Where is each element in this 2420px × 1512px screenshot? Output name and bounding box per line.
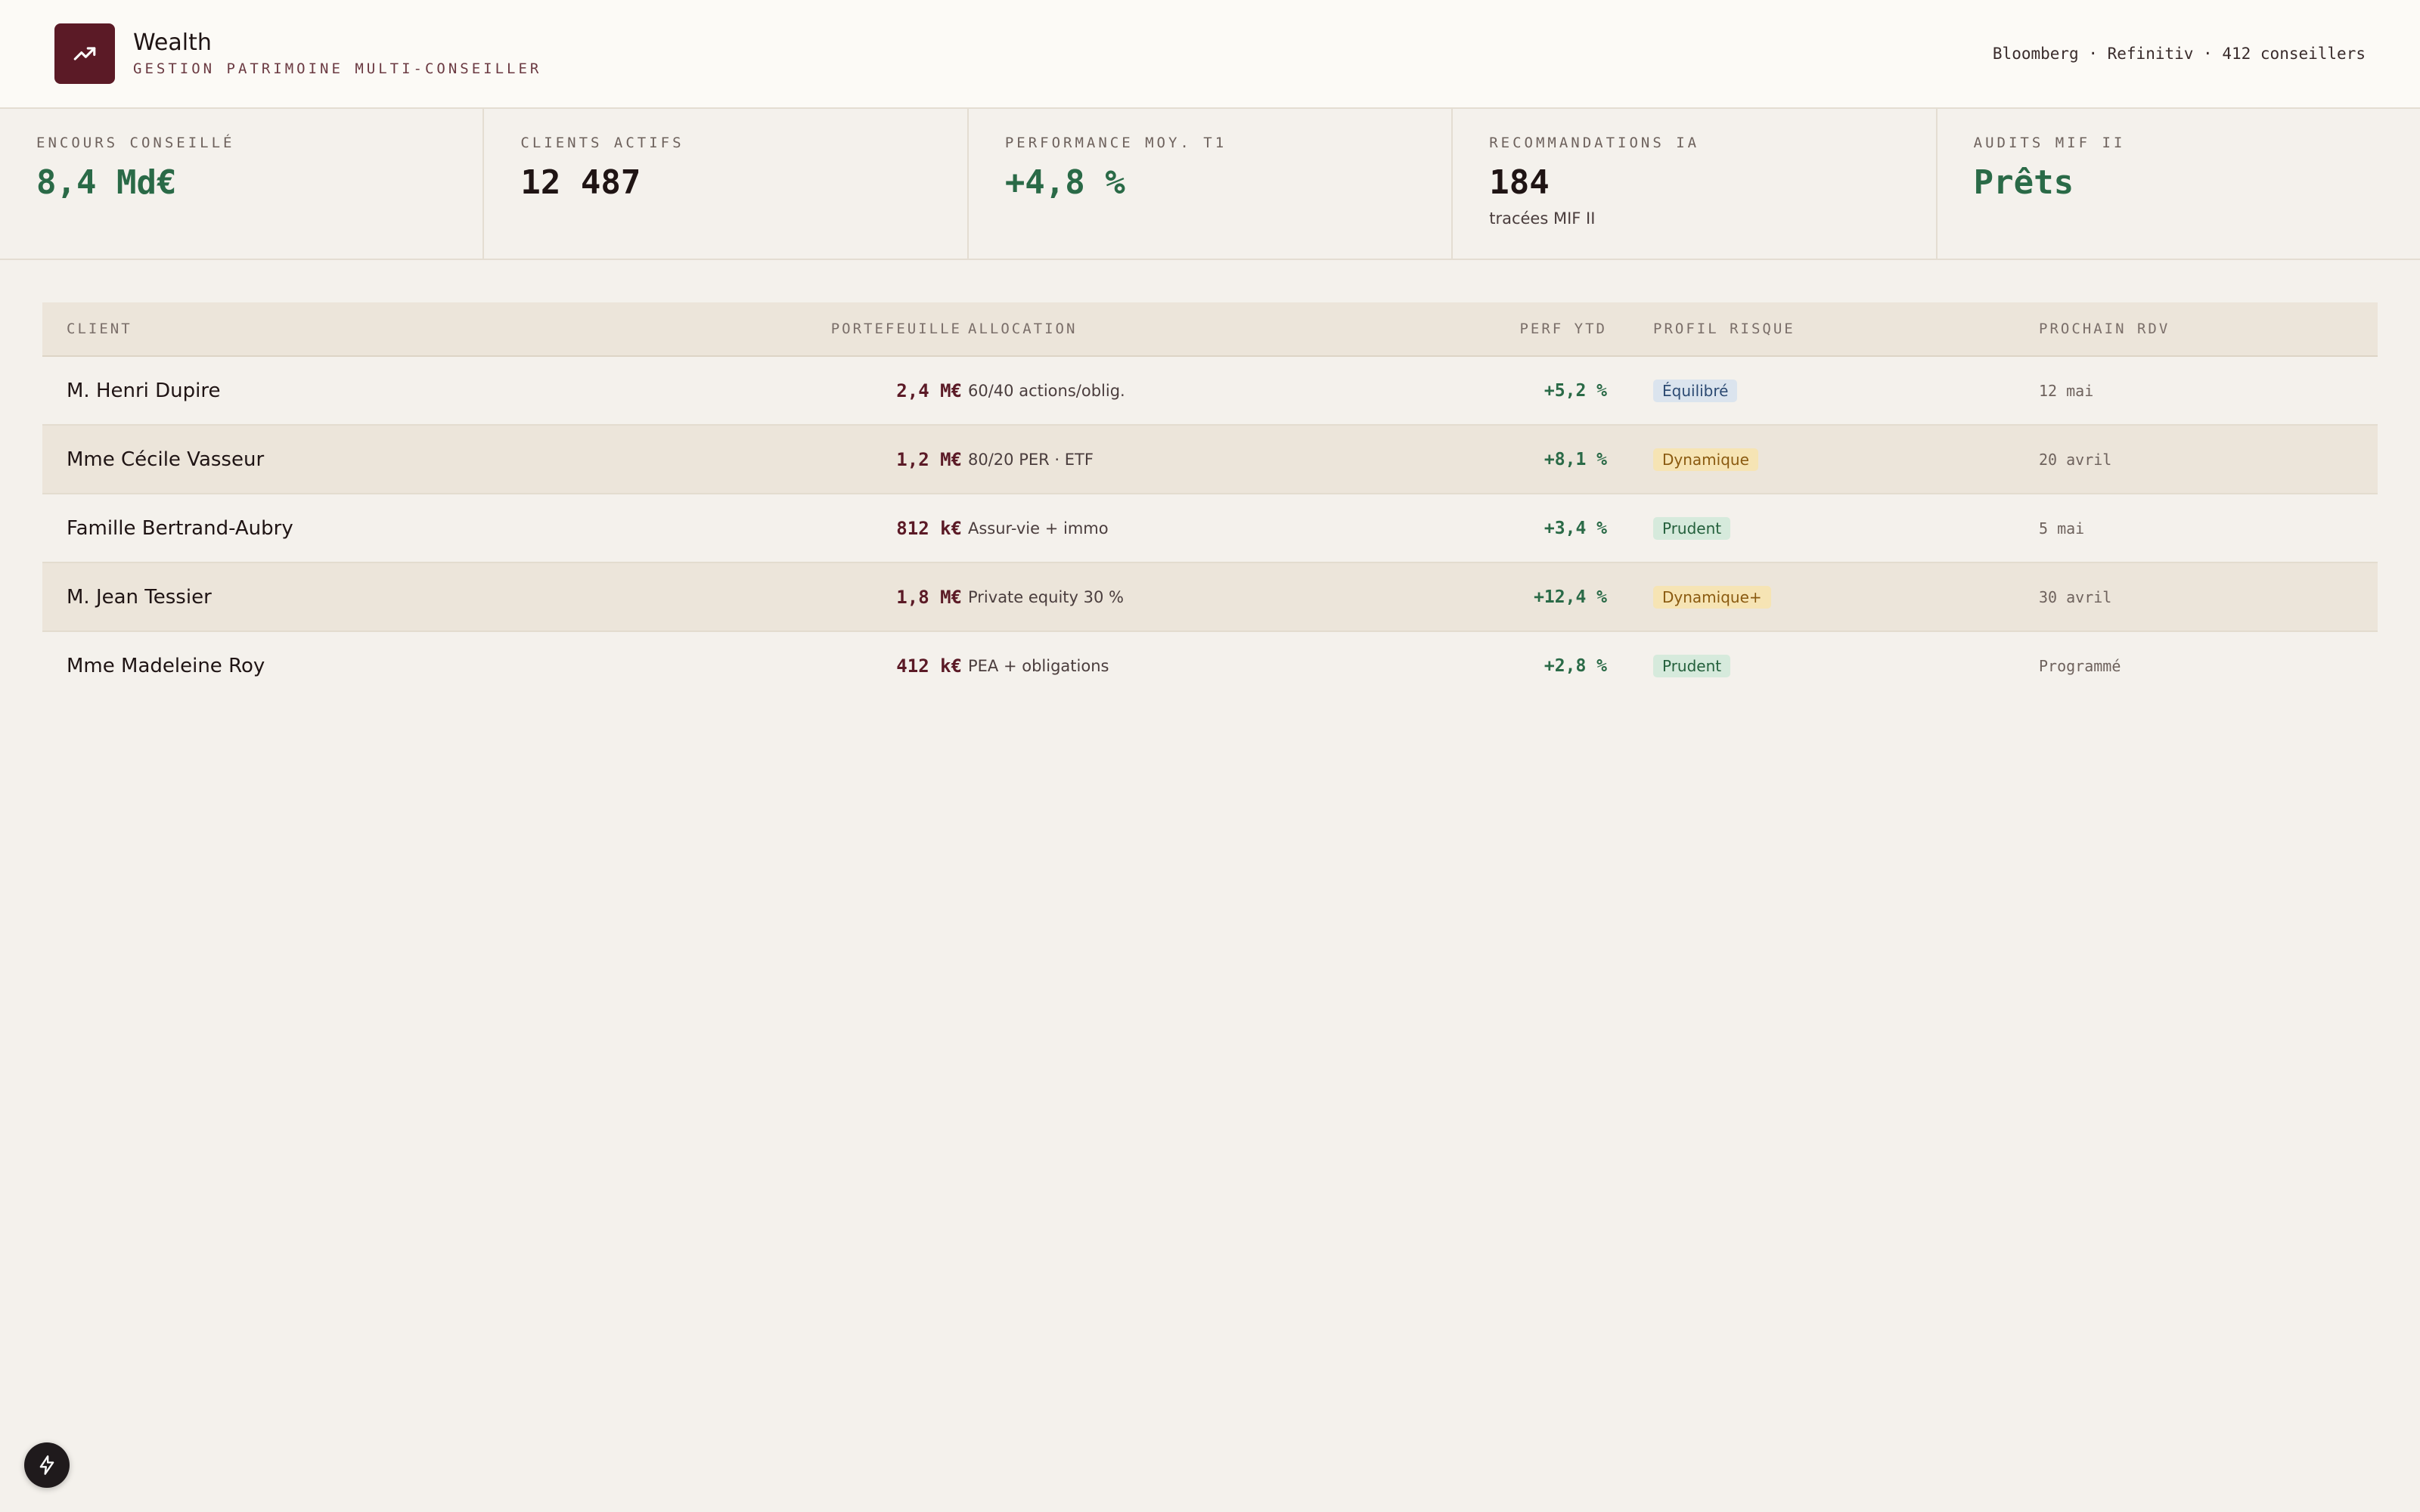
risk-badge: Prudent <box>1653 654 1731 677</box>
table-row[interactable]: Mme Madeleine Roy 412 k€ PEA + obligatio… <box>42 632 2378 699</box>
cell-allocation: PEA + obligations <box>968 656 1109 675</box>
cell-rdv: 30 avril <box>2039 587 2112 606</box>
trending-up-icon <box>54 23 115 84</box>
bolt-icon <box>39 1455 54 1475</box>
kpi-label: ENCOURS CONSEILLÉ <box>36 135 235 151</box>
kpi-recommandations: RECOMMANDATIONS IA 184 tracées MIF II <box>1453 109 1938 259</box>
cell-allocation: 80/20 PER · ETF <box>968 450 1094 469</box>
cell-perf: +5,2 % <box>1544 380 1607 401</box>
cell-rdv: 12 mai <box>2039 381 2094 400</box>
cell-client: M. Jean Tessier <box>67 585 212 609</box>
kpi-label: RECOMMANDATIONS IA <box>1489 135 1700 151</box>
cell-client: Famille Bertrand-Aubry <box>67 516 293 540</box>
cell-perf: +12,4 % <box>1534 587 1607 607</box>
kpi-clients: CLIENTS ACTIFS 12 487 <box>484 109 969 259</box>
table-row[interactable]: M. Jean Tessier 1,8 M€ Private equity 30… <box>42 563 2378 632</box>
risk-badge: Dynamique <box>1653 448 1758 471</box>
cell-portfolio: 2,4 M€ <box>896 380 962 401</box>
kpi-label: PERFORMANCE MOY. T1 <box>1004 135 1227 151</box>
kpi-strip: ENCOURS CONSEILLÉ 8,4 Md€ CLIENTS ACTIFS… <box>0 109 2420 260</box>
kpi-value: 8,4 Md€ <box>36 163 177 202</box>
header-risk[interactable]: PROFIL RISQUE <box>1653 321 1795 337</box>
brand[interactable]: Wealth GESTION PATRIMOINE MULTI-CONSEILL… <box>54 23 541 84</box>
app-header: Wealth GESTION PATRIMOINE MULTI-CONSEILL… <box>0 0 2420 109</box>
table-header: CLIENT PORTEFEUILLE ALLOCATION PERF YTD … <box>42 302 2378 357</box>
table-row[interactable]: Mme Cécile Vasseur 1,2 M€ 80/20 PER · ET… <box>42 426 2378 494</box>
cell-perf: +3,4 % <box>1544 518 1607 538</box>
cell-portfolio: 1,8 M€ <box>896 586 962 608</box>
kpi-audits: AUDITS MIF II Prêts <box>1938 109 2420 259</box>
kpi-value: +4,8 % <box>1004 163 1125 202</box>
header-allocation[interactable]: ALLOCATION <box>968 321 1077 337</box>
header-perf[interactable]: PERF YTD <box>1519 321 1607 337</box>
kpi-value: Prêts <box>1973 163 2074 202</box>
header-portfolio[interactable]: PORTEFEUILLE <box>831 321 962 337</box>
kpi-value: 184 <box>1489 163 1550 202</box>
header-rdv[interactable]: PROCHAIN RDV <box>2039 321 2170 337</box>
header-data-sources: Bloomberg · Refinitiv · 412 conseillers <box>1992 45 2366 63</box>
cell-portfolio: 1,2 M€ <box>896 448 962 470</box>
cell-client: Mme Madeleine Roy <box>67 654 265 677</box>
table-row[interactable]: M. Henri Dupire 2,4 M€ 60/40 actions/obl… <box>42 357 2378 426</box>
cell-perf: +2,8 % <box>1544 655 1607 676</box>
kpi-encours: ENCOURS CONSEILLÉ 8,4 Md€ <box>0 109 485 259</box>
cell-rdv: 5 mai <box>2039 519 2085 538</box>
cell-rdv: Programmé <box>2039 656 2121 675</box>
cell-client: M. Henri Dupire <box>67 379 221 402</box>
kpi-label: CLIENTS ACTIFS <box>520 135 684 151</box>
table-row[interactable]: Famille Bertrand-Aubry 812 k€ Assur-vie … <box>42 494 2378 563</box>
kpi-label: AUDITS MIF II <box>1973 135 2126 151</box>
app-title: Wealth <box>133 29 212 56</box>
header-client[interactable]: CLIENT <box>67 321 132 337</box>
risk-badge: Dynamique+ <box>1653 585 1771 609</box>
cell-rdv: 20 avril <box>2039 450 2112 469</box>
kpi-value: 12 487 <box>520 163 641 202</box>
cell-allocation: 60/40 actions/oblig. <box>968 381 1125 400</box>
app-subtitle: GESTION PATRIMOINE MULTI-CONSEILLER <box>133 60 542 78</box>
clients-table: CLIENT PORTEFEUILLE ALLOCATION PERF YTD … <box>42 302 2378 699</box>
cell-allocation: Private equity 30 % <box>968 587 1124 606</box>
quick-action-button[interactable] <box>24 1442 70 1488</box>
kpi-sub: tracées MIF II <box>1489 209 1596 228</box>
cell-portfolio: 412 k€ <box>896 655 962 677</box>
cell-perf: +8,1 % <box>1544 449 1607 469</box>
cell-allocation: Assur-vie + immo <box>968 519 1109 538</box>
cell-portfolio: 812 k€ <box>896 517 962 539</box>
cell-client: Mme Cécile Vasseur <box>67 448 265 471</box>
risk-badge: Équilibré <box>1653 379 1738 402</box>
kpi-performance: PERFORMANCE MOY. T1 +4,8 % <box>969 109 1454 259</box>
risk-badge: Prudent <box>1653 516 1731 540</box>
